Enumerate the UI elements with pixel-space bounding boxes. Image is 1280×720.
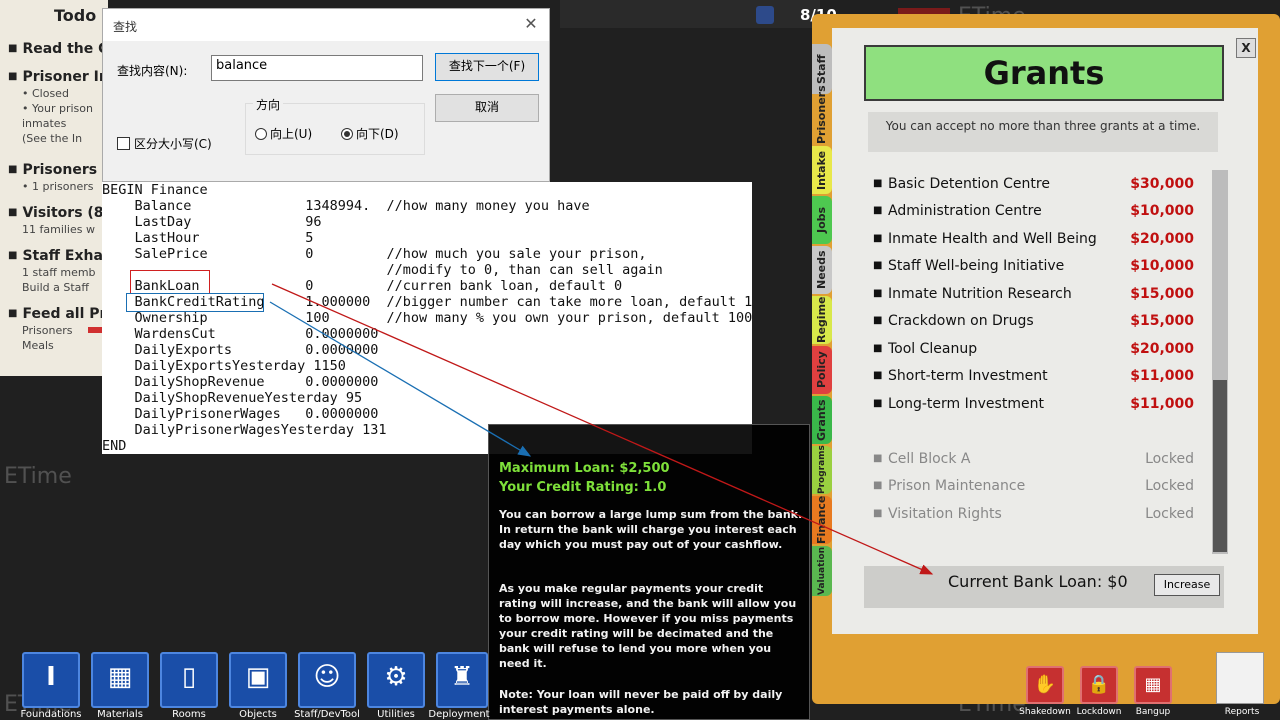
- hand-icon: ✋: [1033, 674, 1057, 695]
- shakedown-button[interactable]: ✋: [1026, 666, 1064, 704]
- toolbar-label: Reports: [1224, 707, 1260, 717]
- toolbar-label: Utilities: [377, 709, 415, 720]
- objects-button[interactable]: ▣: [229, 652, 287, 708]
- red-arrow: [271, 283, 934, 575]
- blue-arrow: [269, 301, 532, 457]
- rooms-icon: ▯: [181, 662, 197, 692]
- deployment-icon: ♜: [450, 662, 474, 692]
- deployment-button[interactable]: ♜: [436, 652, 488, 708]
- toolbar-label: Shakedown: [1019, 707, 1071, 717]
- toolbar-label: Deployment: [428, 709, 490, 720]
- rooms-button[interactable]: ▯: [160, 652, 218, 708]
- bangup-button[interactable]: ▦: [1134, 666, 1172, 704]
- lock-icon: 🔒: [1087, 674, 1111, 695]
- toolbar-label: Objects: [239, 709, 277, 720]
- staff-devtool-button[interactable]: ☺: [298, 652, 356, 708]
- reports-button[interactable]: [1216, 652, 1264, 704]
- utilities-button[interactable]: ⚙: [367, 652, 425, 708]
- objects-icon: ▣: [245, 662, 271, 692]
- lockdown-button[interactable]: 🔒: [1080, 666, 1118, 704]
- toolbar-label: Bangup: [1135, 707, 1171, 717]
- staff-icon: ☺: [313, 662, 341, 692]
- toolbar-label: Lockdown: [1076, 707, 1122, 717]
- annotation-arrows: [269, 283, 934, 575]
- foundations-button[interactable]: I: [22, 652, 80, 708]
- materials-icon: ▦: [107, 662, 133, 692]
- cell-icon: ▦: [1144, 674, 1162, 695]
- toolbar-label: Materials: [97, 709, 143, 720]
- materials-button[interactable]: ▦: [91, 652, 149, 708]
- utilities-icon: ⚙: [384, 662, 408, 692]
- toolbar-label: Foundations: [20, 709, 82, 720]
- toolbar-label: Staff/DevTool: [294, 709, 360, 720]
- foundations-icon: I: [46, 662, 56, 692]
- toolbar-label: Rooms: [172, 709, 206, 720]
